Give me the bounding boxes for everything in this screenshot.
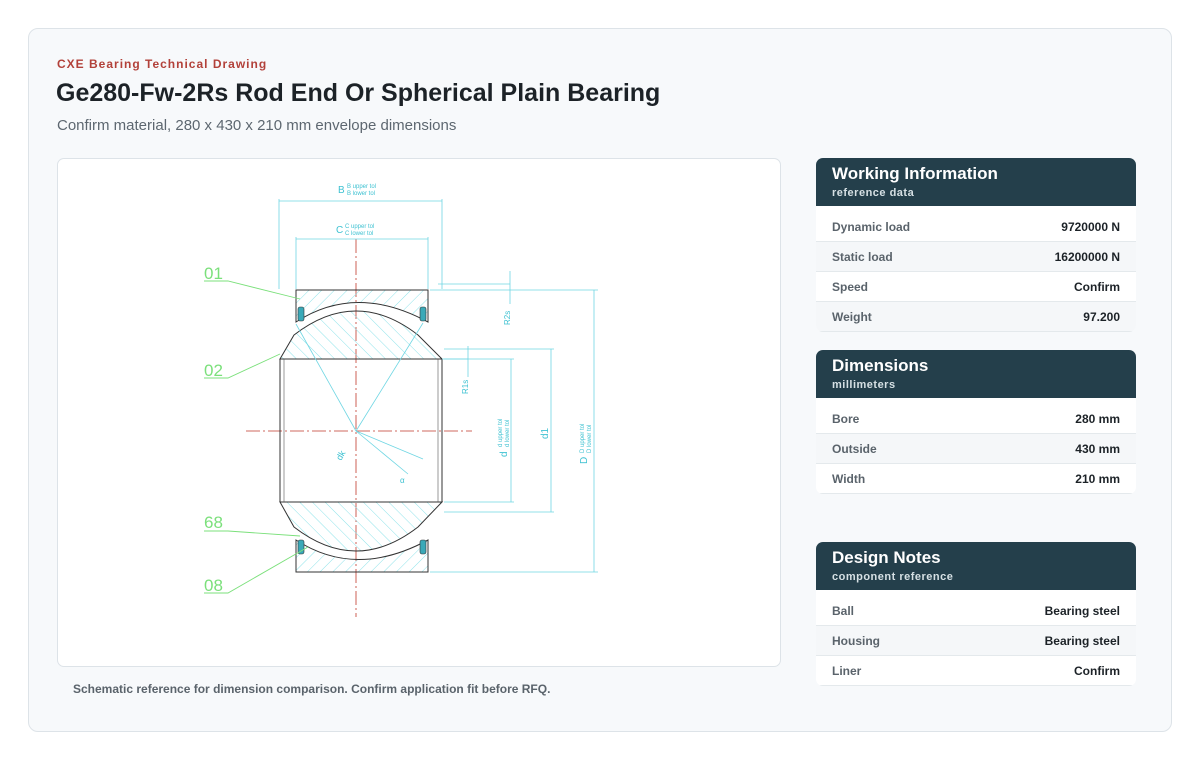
- dim-r2s-label: R2s: [503, 311, 512, 325]
- dim-c-lower-tol: C lower tol: [345, 231, 373, 237]
- dim-outer-d-lower-tol: D lower tol: [587, 425, 593, 453]
- dim-d1-label: d1: [540, 427, 551, 439]
- dim-c-label: C: [336, 225, 343, 236]
- dim-alpha-label: α: [400, 476, 405, 485]
- dim-d-upper-tol: d upper tol: [498, 419, 504, 447]
- spec-value: 16200000 N: [1054, 249, 1120, 264]
- spec-row-static-load: Static load 16200000 N: [816, 242, 1136, 272]
- callout-08: 08: [204, 576, 223, 595]
- dim-d-lower-tol: d lower tol: [505, 420, 511, 447]
- working-information-header: Working Information reference data: [816, 158, 1136, 206]
- spec-label: Static load: [832, 249, 893, 264]
- spec-value: Confirm: [1074, 663, 1120, 678]
- dim-b-label: B: [338, 185, 345, 196]
- design-notes-subtitle: component reference: [832, 571, 954, 583]
- spec-row-weight: Weight 97.200: [816, 302, 1136, 332]
- working-information-subtitle: reference data: [832, 187, 915, 199]
- spec-label: Width: [832, 471, 866, 486]
- drawing-card: CXE Bearing Technical Drawing Ge280-Fw-2…: [28, 28, 1172, 732]
- dim-r1s-label: R1s: [461, 380, 470, 394]
- seal-top-right: [419, 306, 427, 322]
- spec-row-dynamic-load: Dynamic load 9720000 N: [816, 212, 1136, 242]
- spec-label: Speed: [832, 279, 869, 294]
- spec-row-width: Width 210 mm: [816, 464, 1136, 494]
- spec-value: 280 mm: [1075, 411, 1120, 426]
- page-subtitle: Confirm material, 280 x 430 x 210 mm env…: [57, 117, 457, 134]
- spec-value: Bearing steel: [1044, 603, 1120, 618]
- spec-row-housing: Housing Bearing steel: [816, 626, 1136, 656]
- spec-value: Bearing steel: [1044, 633, 1120, 648]
- dimensions-subtitle: millimeters: [832, 379, 896, 391]
- design-notes-header: Design Notes component reference: [816, 542, 1136, 590]
- spec-row-bore: Bore 280 mm: [816, 404, 1136, 434]
- spec-label: Liner: [832, 663, 862, 678]
- dim-b-upper-tol: B upper tol: [347, 184, 376, 190]
- spec-label: Weight: [832, 309, 872, 324]
- design-notes-title: Design Notes: [832, 548, 941, 567]
- dim-c-upper-tol: C upper tol: [345, 224, 374, 230]
- callout-leaders: [204, 280, 309, 594]
- technical-drawing: B B upper tol B lower tol C C upper tol …: [57, 158, 781, 667]
- spec-label: Outside: [832, 441, 877, 456]
- spec-row-outside: Outside 430 mm: [816, 434, 1136, 464]
- dim-d-label: d: [499, 451, 510, 457]
- spec-value: 210 mm: [1075, 471, 1120, 486]
- seal-top-left: [297, 306, 305, 322]
- brand-eyebrow: CXE Bearing Technical Drawing: [57, 57, 268, 71]
- callout-02: 02: [204, 361, 223, 380]
- dimensions-title: Dimensions: [832, 356, 929, 375]
- dimensions-panel: Dimensions millimeters Bore 280 mm Outsi…: [816, 350, 1136, 494]
- spec-row-speed: Speed Confirm: [816, 272, 1136, 302]
- dimensions-header: Dimensions millimeters: [816, 350, 1136, 398]
- spec-value: 9720000 N: [1061, 219, 1120, 234]
- bore-outline: [279, 358, 443, 503]
- working-information-panel: Working Information reference data Dynam…: [816, 158, 1136, 332]
- dim-outer-d-upper-tol: D upper tol: [580, 424, 586, 453]
- page-title: Ge280-Fw-2Rs Rod End Or Spherical Plain …: [56, 79, 661, 107]
- dim-b-lower-tol: B lower tol: [347, 191, 375, 197]
- bearing-section-drawing: B B upper tol B lower tol C C upper tol …: [204, 184, 598, 617]
- spec-value: 430 mm: [1075, 441, 1120, 456]
- spec-row-liner: Liner Confirm: [816, 656, 1136, 686]
- spec-label: Dynamic load: [832, 219, 911, 234]
- spec-label: Housing: [832, 633, 880, 648]
- design-notes-panel: Design Notes component reference Ball Be…: [816, 542, 1136, 686]
- spec-row-ball: Ball Bearing steel: [816, 596, 1136, 626]
- spec-value: Confirm: [1074, 279, 1120, 294]
- drawing-caption: Schematic reference for dimension compar…: [73, 682, 551, 696]
- spec-label: Bore: [832, 411, 860, 426]
- working-information-title: Working Information: [832, 164, 998, 183]
- dim-dk-label: dk: [334, 448, 348, 462]
- dim-outer-d-label: D: [579, 457, 590, 464]
- seal-bottom-right: [419, 539, 427, 555]
- spec-label: Ball: [832, 603, 855, 618]
- spec-value: 97.200: [1083, 309, 1120, 324]
- callout-01: 01: [204, 264, 223, 283]
- callout-68: 68: [204, 513, 223, 532]
